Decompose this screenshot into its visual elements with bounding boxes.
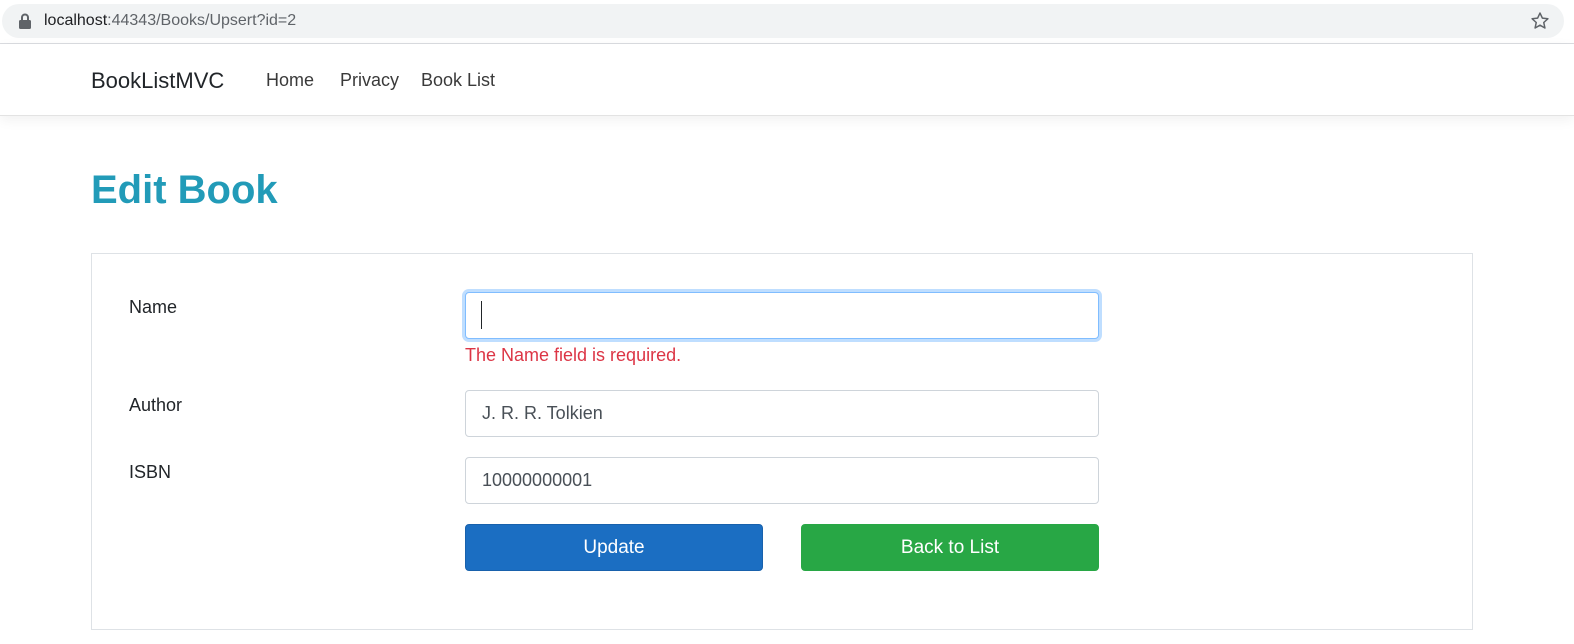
bookmark-star-icon[interactable]: [1530, 11, 1550, 31]
name-label: Name: [129, 297, 178, 317]
author-input[interactable]: [465, 390, 1099, 437]
lock-icon[interactable]: [18, 13, 32, 29]
name-input[interactable]: [465, 292, 1099, 339]
text-caret: [481, 301, 482, 329]
back-to-list-button[interactable]: Back to List: [801, 524, 1099, 571]
url-host: localhost: [44, 12, 108, 29]
nav-link-home[interactable]: Home: [266, 70, 314, 91]
url-path: :44343/Books/Upsert?id=2: [107, 12, 297, 29]
site-navbar: BookListMVC Home Privacy Book List: [0, 44, 1574, 116]
brand-link[interactable]: BookListMVC: [91, 68, 224, 94]
browser-address-bar: localhost:44343/Books/Upsert?id=2: [0, 0, 1574, 44]
url-field[interactable]: localhost:44343/Books/Upsert?id=2: [2, 4, 1564, 38]
update-button[interactable]: Update: [465, 524, 763, 571]
url-text[interactable]: localhost:44343/Books/Upsert?id=2: [44, 12, 296, 30]
author-label: Author: [129, 395, 183, 415]
isbn-input[interactable]: [465, 457, 1099, 504]
nav-link-book-list[interactable]: Book List: [421, 70, 495, 91]
page-title: Edit Book: [91, 168, 278, 212]
isbn-label: ISBN: [129, 462, 172, 482]
name-validation-message: The Name field is required.: [465, 345, 682, 365]
nav-link-privacy[interactable]: Privacy: [340, 70, 399, 91]
